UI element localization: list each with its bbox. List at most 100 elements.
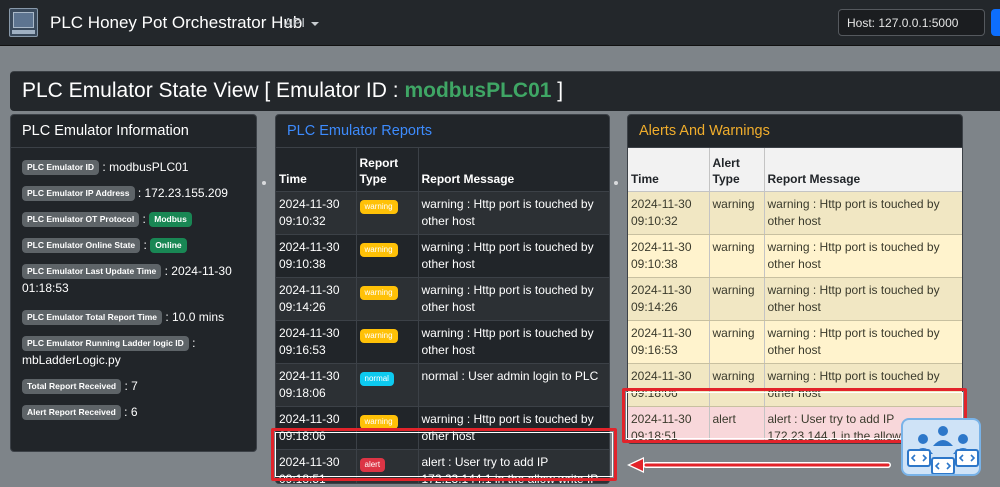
time-cell: 2024-11-30 09:10:38 — [628, 234, 709, 278]
table-row[interactable]: 2024-11-30 09:16:53 warning warning : Http … — [276, 320, 609, 364]
type-cell: warning — [355, 191, 418, 235]
date-text: 2024-11-30 — [279, 196, 340, 211]
time-text: 09:14:26 — [279, 299, 326, 314]
table-row[interactable]: 2024-11-30 09:10:38 warning warning : Http … — [628, 234, 962, 278]
reports-card-title: PLC Emulator Reports — [276, 115, 609, 148]
ladder-value: mbLadderLogic.py — [22, 353, 121, 367]
emulator-id: modbusPLC01 — [404, 79, 552, 102]
table-row[interactable]: 2024-11-30 09:10:32 warning warning : Http … — [276, 191, 609, 235]
message-cell: warning : Http port is touched by other … — [417, 277, 609, 321]
time-cell: 2024-11-30 09:18:51 — [276, 449, 356, 484]
protocol-label: PLC Emulator OT Protocol — [22, 212, 140, 227]
time-text: 09:18:51 — [279, 471, 326, 484]
info-row-update: PLC Emulator Last Update Time : 2024-11-… — [22, 263, 245, 297]
reports-table: Time Report Type Report Message 2024-11-… — [276, 148, 609, 484]
table-row[interactable]: 2024-11-30 09:18:06 warning warning : Http … — [276, 406, 609, 450]
col-header-report-message[interactable]: Report Message — [417, 148, 609, 192]
online-sep: : — [143, 238, 147, 252]
info-row-ladder: PLC Emulator Running Ladder logic ID : mb… — [22, 335, 245, 369]
table-row[interactable]: 2024-11-30 09:16:53 warning warning : Http … — [628, 320, 962, 364]
time-text: 09:10:38 — [631, 256, 678, 271]
type-cell: warning — [355, 234, 418, 278]
table-row[interactable]: 2024-11-30 09:14:26 warning warning : Http … — [276, 277, 609, 321]
alerts-table: Time Alert Type Report Message 2024-11-3… — [628, 148, 962, 443]
alert-badge: alert — [359, 457, 386, 472]
column-divider-dot — [262, 181, 266, 185]
type-cell: warning — [355, 277, 418, 321]
date-text: 2024-11-30 — [279, 368, 340, 383]
developer-team-icon — [901, 418, 981, 476]
message-cell: warning : Http port is touched by other … — [763, 191, 962, 235]
col-header-alert-type[interactable]: Alert Type — [708, 148, 764, 192]
message-cell: warning : Http port is touched by other … — [763, 320, 962, 364]
connect-button[interactable] — [991, 9, 1000, 36]
total-time-label: PLC Emulator Total Report Time — [22, 310, 163, 325]
time-cell: 2024-11-30 09:10:32 — [628, 191, 709, 235]
date-text: 2024-11-30 — [279, 282, 340, 297]
ladder-label: PLC Emulator Running Ladder logic ID — [22, 336, 189, 351]
time-cell: 2024-11-30 09:18:51 — [628, 406, 709, 443]
api-dropdown[interactable]: API — [284, 15, 319, 30]
warning-badge: warning — [359, 285, 398, 300]
online-label: PLC Emulator Online State — [22, 238, 141, 253]
date-text: 2024-11-30 — [631, 282, 692, 297]
time-text: 09:16:53 — [279, 342, 326, 357]
type-cell: warning — [355, 320, 418, 364]
type-cell: warning — [708, 320, 764, 364]
table-row[interactable]: 2024-11-30 09:14:26 warning warning : Http … — [628, 277, 962, 321]
table-row[interactable]: 2024-11-30 09:18:06 normal normal : User ad… — [276, 363, 609, 407]
time-cell: 2024-11-30 09:14:26 — [628, 277, 709, 321]
date-text: 2024-11-30 — [279, 325, 340, 340]
table-row[interactable]: 2024-11-30 09:18:51 alert alert : User try … — [276, 449, 609, 484]
api-label: API — [284, 15, 305, 30]
time-cell: 2024-11-30 09:10:38 — [276, 234, 356, 278]
warning-badge: warning — [359, 199, 398, 214]
date-text: 2024-11-30 — [631, 325, 692, 340]
message-cell: alert : User try to add IP 172.23.144.1 … — [417, 449, 609, 483]
message-cell: warning : Http port is touched by other … — [763, 277, 962, 321]
type-cell: normal — [355, 363, 418, 407]
info-card-title: PLC Emulator Information — [11, 115, 256, 148]
col-header-time[interactable]: Time — [628, 148, 709, 192]
time-text: 09:10:32 — [631, 213, 678, 228]
table-row[interactable]: 2024-11-30 09:10:32 warning warning : Http … — [628, 191, 962, 235]
info-row-alert-report: Alert Report Received : 6 — [22, 404, 245, 421]
table-row[interactable]: 2024-11-30 09:10:38 warning warning : Http … — [276, 234, 609, 278]
page-header: PLC Emulator State View [ Emulator ID : … — [10, 71, 1000, 111]
info-row-total-time: PLC Emulator Total Report Time : 10.0 mi… — [22, 309, 245, 326]
time-cell: 2024-11-30 09:18:06 — [276, 406, 356, 450]
info-row-id: PLC Emulator ID : modbusPLC01 — [22, 159, 245, 176]
normal-badge: normal — [359, 371, 394, 386]
info-row-total-report: Total Report Received : 7 — [22, 378, 245, 395]
warning-badge: warning — [359, 242, 398, 257]
time-cell: 2024-11-30 09:18:06 — [276, 363, 356, 407]
date-text: 2024-11-30 — [279, 411, 340, 426]
ip-label: PLC Emulator IP Address — [22, 186, 135, 201]
table-row[interactable]: 2024-11-30 09:18:06 warning warning : Http … — [628, 363, 962, 407]
type-cell: warning — [708, 363, 764, 407]
col-header-time[interactable]: Time — [276, 148, 356, 192]
message-cell: normal : User admin login to PLC — [417, 363, 609, 407]
time-text: 09:18:06 — [279, 385, 326, 400]
page-title-prefix: PLC Emulator State View [ Emulator ID : — [22, 79, 405, 102]
column-divider-dot — [614, 181, 618, 185]
protocol-sep: : — [142, 212, 146, 226]
col-header-report-type[interactable]: Report Type — [355, 148, 418, 192]
date-text: 2024-11-30 — [631, 411, 692, 426]
time-cell: 2024-11-30 09:14:26 — [276, 277, 356, 321]
caret-down-icon — [310, 21, 319, 26]
app-title[interactable]: PLC Honey Pot Orchestrator Hub — [50, 13, 302, 33]
message-cell: warning : Http port is touched by other … — [417, 320, 609, 364]
host-input[interactable]: Host: 127.0.0.1:5000 — [838, 9, 985, 36]
col-header-report-message[interactable]: Report Message — [763, 148, 962, 192]
total-time-value: : 10.0 mins — [165, 310, 225, 324]
ladder-sep: : — [192, 336, 196, 350]
time-text: 09:18:06 — [631, 385, 678, 400]
update-label: PLC Emulator Last Update Time — [22, 264, 162, 279]
left-arrow-icon — [627, 457, 891, 473]
date-text: 2024-11-30 — [631, 196, 692, 211]
info-row-ip: PLC Emulator IP Address : 172.23.155.209 — [22, 185, 245, 202]
info-row-online: PLC Emulator Online State : Online — [22, 237, 245, 254]
time-text: 09:10:38 — [279, 256, 326, 271]
plc-logo-icon[interactable] — [9, 8, 38, 37]
